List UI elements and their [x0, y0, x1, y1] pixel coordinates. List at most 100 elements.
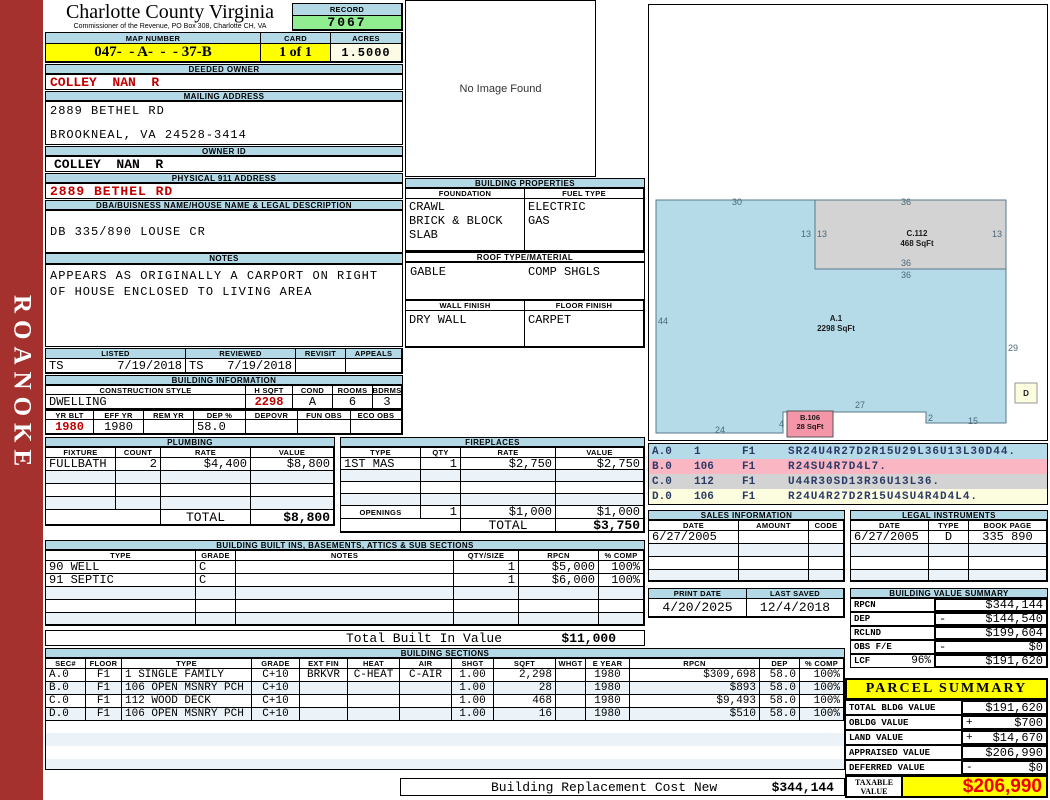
fireplaces-h-type: TYPE [341, 448, 421, 458]
no-image-text: No Image Found [459, 82, 542, 95]
value-summary-title: BUILDING VALUE SUMMARY [850, 588, 1048, 598]
foundation-fuel-table: FOUNDATION FUEL TYPE CRAWL BRICK & BLOCK… [405, 188, 645, 252]
yrblt-label: YR BLT [46, 411, 94, 420]
sections-h-dep: DEP [760, 659, 800, 669]
sections-h-type: TYPE [122, 659, 252, 669]
sketch-c112-label: C.112 [906, 229, 928, 238]
built-ins-total-row: Total Built In Value $11,000 [45, 630, 645, 646]
parcel-summary-title: PARCEL SUMMARY [845, 678, 1048, 700]
rooms-label: ROOMS [333, 386, 373, 395]
notes-box: APPEARS AS ORIGINALLY A CARPORT ON RIGHT… [45, 264, 403, 347]
sales-table: DATE AMOUNT CODE 6/27/2005 [648, 520, 845, 582]
roof-type-value: GABLE [410, 265, 447, 279]
vector-row-d: D.0 106 F1 R24U4R27D2R15U4SU4R4D4L4. [649, 489, 1047, 504]
rooms-value: 6 [333, 395, 373, 409]
parcel-taxable-row: TAXABLE VALUE $206,990 [845, 775, 1048, 798]
fireplaces-total-value: $3,750 [556, 519, 644, 532]
built-ins-h-notes: NOTES [236, 551, 454, 561]
appeals-label: APPEALS [346, 349, 402, 359]
style-label: CONSTRUCTION STYLE [46, 386, 246, 395]
dba-box: DB 335/890 LOUSE CR [45, 210, 403, 253]
card-value: 1 of 1 [261, 44, 331, 62]
map-card-acres: MAP NUMBER CARD ACRES 047- - A- - - 37-B… [45, 32, 403, 63]
wall-finish-value: DRY WALL [406, 311, 525, 347]
sale-amount [739, 531, 809, 544]
plumbing-h-fixture: FIXTURE [46, 448, 116, 458]
fireplace-rate: $2,750 [461, 458, 556, 470]
built-in-rpcn: $5,000 [519, 561, 599, 574]
replacement-cost-label: Building Replacement Cost New [491, 779, 718, 795]
remyr-label: REM YR [144, 411, 194, 420]
openings-qty: 1 [421, 506, 461, 519]
dim-left-in-13: 13 [817, 229, 828, 239]
sketch-d-label: D [1023, 389, 1029, 398]
building-info-title: BUILDING INFORMATION [45, 375, 403, 385]
sidebar: ROANOKE [0, 0, 43, 800]
sections-h-whgt: WHGT [556, 659, 586, 669]
dim-right-29: 29 [1008, 343, 1019, 353]
building-sections-table: SEC# FLOOR TYPE GRADE EXT FIN HEAT AIR S… [45, 658, 845, 770]
listed-label: LISTED [46, 349, 186, 359]
built-in-grade: C [196, 574, 236, 587]
sections-h-grade: GRADE [252, 659, 300, 669]
mailing-line2: BROOKNEAL, VA 24528-3414 [50, 128, 247, 142]
openings-label: OPENINGS [341, 506, 421, 519]
hsqft-value: 2298 [246, 395, 293, 409]
sketch-vector-table: A.0 1 F1 SR24U4R27D2R15U29L36U13L30D44. … [648, 443, 1048, 505]
sales-title: SALES INFORMATION [648, 510, 845, 520]
building-info-row2: YR BLT EFF YR REM YR DEP % DEPOVR FUN OB… [45, 410, 403, 435]
fireplaces-table: TYPE QTY RATE VALUE 1ST MAS 1 $2,750 $2,… [340, 447, 645, 533]
parcel-obldg-row: OBLDG VALUE + $700 [845, 715, 1048, 730]
parcel-land-row: LAND VALUE + $14,670 [845, 730, 1048, 745]
card-label: CARD [261, 33, 331, 44]
sketch-a1-sqft: 2298 SqFt [817, 324, 855, 333]
built-ins-h-type: TYPE [46, 551, 196, 561]
fireplace-type: 1ST MAS [341, 458, 421, 470]
sketch-b106-label: B.106 [799, 413, 820, 422]
remyr-value [144, 420, 194, 434]
depovr-label: DEPOVR [246, 411, 298, 420]
built-in-qty: 1 [454, 574, 519, 587]
sections-h-shgt: SHGT [452, 659, 494, 669]
sections-h-rpcn: RPCN [630, 659, 760, 669]
dim-top-30: 30 [731, 197, 742, 207]
built-in-type: 91 SEPTIC [46, 574, 196, 587]
mailing-address-box: 2889 BETHEL RD BROOKNEAL, VA 24528-3414 [45, 101, 403, 145]
foundation-values: CRAWL BRICK & BLOCK SLAB [406, 199, 525, 251]
effyr-value: 1980 [94, 420, 144, 434]
notes-line1: APPEARS AS ORIGINALLY A CARPORT ON RIGHT [50, 269, 379, 283]
sales-h-code: CODE [809, 521, 844, 531]
section-row-sec: C.0 [46, 695, 86, 708]
vector-row-b: B.0 106 F1 R24SU4R7D4L7. [649, 459, 1047, 474]
record-box: RECORD 7067 [292, 3, 403, 31]
fireplaces-h-qty: QTY [421, 448, 461, 458]
building-properties-title: BUILDING PROPERTIES [405, 178, 645, 188]
fireplace-value: $2,750 [556, 458, 644, 470]
building-sections-title: BUILDING SECTIONS [45, 648, 845, 658]
value-summary-lcf-row: LCF 96% $191,620 [850, 654, 1048, 668]
cond-label: COND [293, 386, 333, 395]
dim-right-13: 13 [991, 229, 1002, 239]
legal-h-type: TYPE [929, 521, 969, 531]
sections-h-heat: HEAT [348, 659, 400, 669]
taxable-value-amount: $206,990 [901, 775, 1048, 798]
sections-h-sqft: SQFT [494, 659, 556, 669]
plumbing-h-value: VALUE [251, 448, 334, 458]
plumbing-rate: $4,400 [161, 458, 251, 471]
county-subtitle: Commissioner of the Revenue, PO Box 308,… [73, 23, 267, 30]
ecoobs-label: ECO OBS [351, 411, 402, 420]
built-in-rpcn: $6,000 [519, 574, 599, 587]
built-ins-h-qty: QTY/SIZE [454, 551, 519, 561]
legal-h-book: BOOK PAGE [969, 521, 1047, 531]
built-in-comp: 100% [599, 574, 644, 587]
deeded-owner-value: COLLEY NAN R [45, 74, 403, 90]
map-number-value: 047- - A- - - 37-B [46, 44, 261, 62]
dim-step-2: 2 [928, 413, 934, 423]
replacement-cost-value: $344,144 [771, 779, 834, 795]
taxable-value-label: TAXABLE VALUE [845, 775, 903, 798]
record-label: RECORD [293, 4, 402, 16]
header-title-block: Charlotte County Virginia Commissioner o… [45, 1, 295, 30]
built-ins-h-rpcn: RPCN [519, 551, 599, 561]
sale-date: 6/27/2005 [649, 531, 739, 544]
photo-panel: No Image Found [405, 0, 596, 177]
